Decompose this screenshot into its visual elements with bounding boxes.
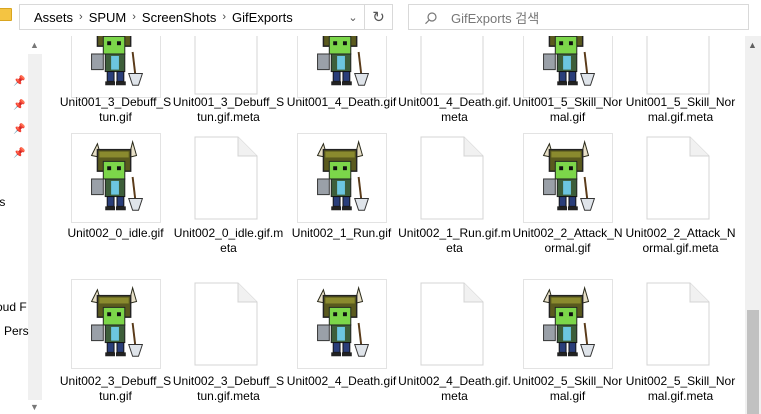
sprite-thumbnail bbox=[523, 279, 613, 369]
file-name: Unit002_2_Attack_Normal.gif bbox=[512, 226, 623, 255]
search-input[interactable] bbox=[449, 8, 743, 28]
sprite-thumbnail bbox=[297, 279, 387, 369]
search-icon bbox=[425, 12, 437, 25]
navigation-pane: ▲ 📌 📌 📌 📌 ts oud F Pers ▼ bbox=[0, 36, 42, 414]
file-name: Unit002_3_Debuff_Stun.gif.meta bbox=[172, 374, 285, 403]
refresh-button[interactable]: ↻ bbox=[365, 4, 393, 30]
pin-icon: 📌 bbox=[13, 100, 26, 111]
pin-icon: 📌 bbox=[13, 76, 26, 87]
vertical-scrollbar[interactable]: ▲ bbox=[745, 36, 761, 414]
file-name: Unit001_3_Debuff_Stun.gif.meta bbox=[172, 95, 285, 124]
nav-item-label[interactable]: ts bbox=[0, 195, 5, 209]
sprite-thumbnail bbox=[297, 36, 387, 98]
nav-item-label[interactable]: oud F bbox=[0, 300, 27, 314]
chevron-right-icon[interactable]: › bbox=[132, 11, 136, 23]
sprite-thumbnail bbox=[71, 279, 161, 369]
nav-item-label[interactable]: Pers bbox=[4, 324, 29, 338]
pin-icon: 📌 bbox=[13, 148, 26, 159]
breadcrumb-item[interactable]: SPUM bbox=[89, 10, 127, 25]
document-icon bbox=[420, 136, 484, 220]
pin-icon: 📌 bbox=[13, 124, 26, 135]
document-icon bbox=[420, 282, 484, 366]
file-name: Unit001_4_Death.gif.meta bbox=[398, 95, 511, 124]
refresh-icon: ↻ bbox=[372, 9, 385, 26]
scroll-up-icon[interactable]: ▲ bbox=[30, 40, 39, 50]
file-name: Unit001_5_Skill_Normal.gif.meta bbox=[625, 95, 736, 124]
file-name: Unit002_1_Run.gif bbox=[291, 226, 392, 240]
address-bar[interactable]: Assets › SPUM › ScreenShots › GifExports ⌄ bbox=[19, 4, 365, 30]
sprite-thumbnail bbox=[523, 36, 613, 98]
breadcrumb-item[interactable]: Assets bbox=[34, 10, 73, 25]
search-box[interactable] bbox=[408, 4, 749, 30]
file-name: Unit002_5_Skill_Normal.gif bbox=[512, 374, 623, 403]
file-grid: Unit001_3_Debuff_Stun.gif Unit001_3_Debuf… bbox=[42, 36, 745, 414]
sprite-thumbnail bbox=[523, 133, 613, 223]
document-icon bbox=[194, 136, 258, 220]
document-icon bbox=[194, 282, 258, 366]
nav-scrollbar[interactable] bbox=[28, 54, 42, 400]
chevron-right-icon[interactable]: › bbox=[79, 11, 83, 23]
file-name: Unit002_4_Death.gif.meta bbox=[398, 374, 511, 403]
file-name: Unit001_3_Debuff_Stun.gif bbox=[59, 95, 172, 124]
document-icon bbox=[646, 136, 710, 220]
breadcrumb-item[interactable]: GifExports bbox=[232, 10, 293, 25]
file-name: Unit002_4_Death.gif bbox=[286, 374, 397, 388]
file-name: Unit002_0_idle.gif bbox=[67, 226, 164, 240]
scrollbar-thumb[interactable] bbox=[747, 310, 759, 414]
breadcrumb-item[interactable]: ScreenShots bbox=[142, 10, 216, 25]
sprite-thumbnail bbox=[71, 36, 161, 98]
chevron-right-icon[interactable]: › bbox=[222, 11, 226, 23]
file-name: Unit002_0_idle.gif.meta bbox=[173, 226, 284, 255]
sprite-thumbnail bbox=[297, 133, 387, 223]
file-name: Unit001_4_Death.gif bbox=[286, 95, 397, 109]
scroll-down-icon[interactable]: ▼ bbox=[30, 402, 39, 412]
folder-icon bbox=[0, 8, 12, 21]
document-icon bbox=[420, 36, 484, 95]
document-icon bbox=[646, 282, 710, 366]
address-bar-row: Assets › SPUM › ScreenShots › GifExports ⌄ ↻ bbox=[0, 0, 761, 36]
scroll-up-icon[interactable]: ▲ bbox=[748, 40, 757, 50]
file-name: Unit001_5_Skill_Normal.gif bbox=[512, 95, 623, 124]
breadcrumb: Assets › SPUM › ScreenShots › GifExports bbox=[20, 10, 293, 25]
chevron-down-icon[interactable]: ⌄ bbox=[346, 9, 360, 25]
document-icon bbox=[194, 36, 258, 95]
file-name: Unit002_2_Attack_Normal.gif.meta bbox=[625, 226, 736, 255]
document-icon bbox=[646, 36, 710, 95]
file-name: Unit002_1_Run.gif.meta bbox=[398, 226, 511, 255]
sprite-thumbnail bbox=[71, 133, 161, 223]
file-name: Unit002_5_Skill_Normal.gif.meta bbox=[625, 374, 736, 403]
file-name: Unit002_3_Debuff_Stun.gif bbox=[59, 374, 172, 403]
